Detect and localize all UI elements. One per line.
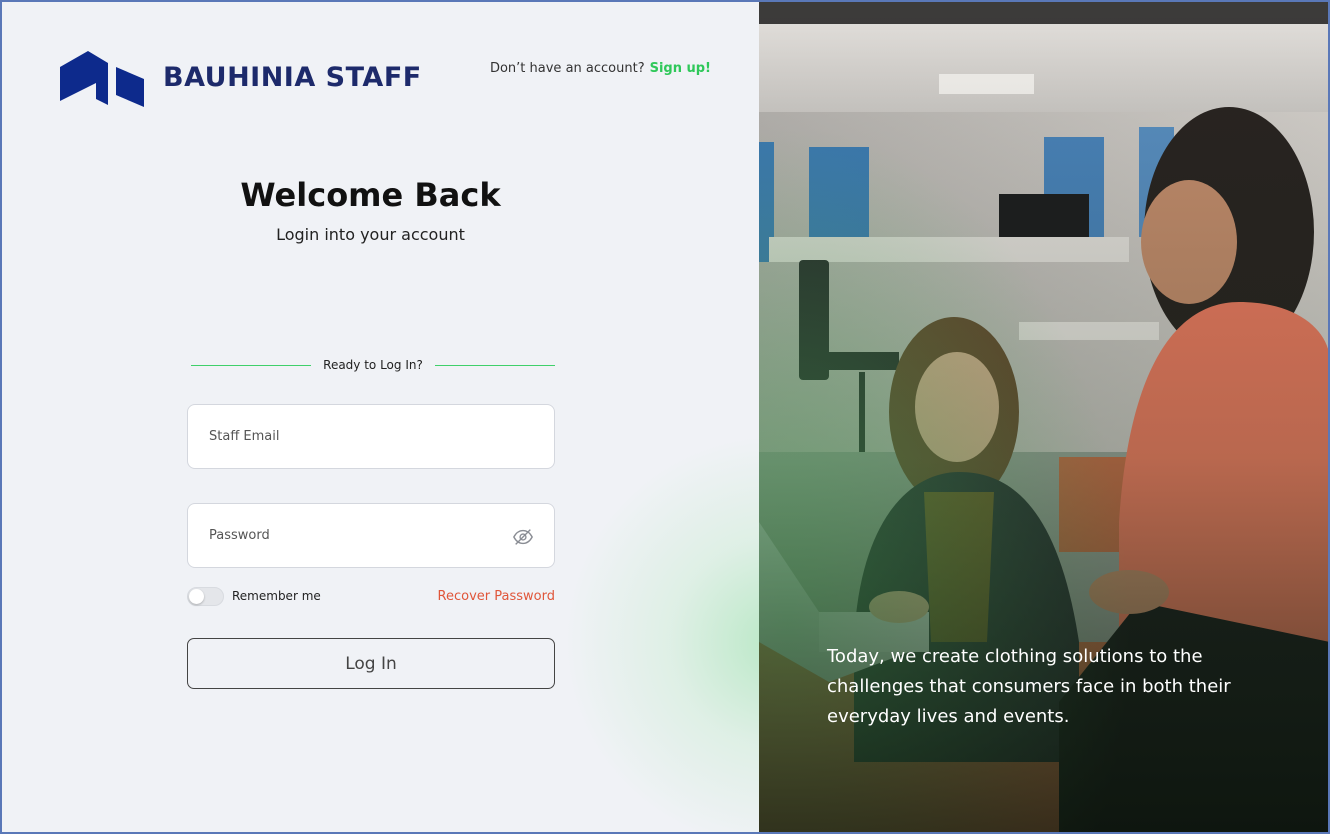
divider-label: Ready to Log In? bbox=[323, 358, 423, 372]
divider-line-right bbox=[434, 364, 555, 366]
password-field-container bbox=[187, 503, 555, 568]
recover-password-link[interactable]: Recover Password bbox=[438, 589, 555, 604]
hero-caption: Today, we create clothing solutions to t… bbox=[827, 646, 1231, 727]
brand-name: BAUHINIA STAFF bbox=[163, 62, 422, 93]
email-input[interactable] bbox=[209, 429, 489, 444]
login-divider: Ready to Log In? bbox=[191, 356, 555, 374]
password-input[interactable] bbox=[209, 528, 489, 543]
bauhinia-logo-icon bbox=[60, 51, 144, 107]
login-panel: BAUHINIA STAFF Don’t have an account? Si… bbox=[2, 2, 759, 832]
page-subtitle: Login into your account bbox=[276, 225, 465, 244]
remember-row: Remember me Recover Password bbox=[187, 586, 555, 606]
login-button[interactable]: Log In bbox=[187, 638, 555, 689]
remember-me-label: Remember me bbox=[232, 589, 321, 603]
signup-prompt-row: Don’t have an account? Sign up! bbox=[490, 61, 711, 76]
background-glow bbox=[562, 432, 759, 832]
signup-link[interactable]: Sign up! bbox=[650, 61, 711, 76]
remember-me-group: Remember me bbox=[187, 586, 321, 606]
signup-prompt-text: Don’t have an account? bbox=[489, 61, 645, 76]
remember-me-toggle[interactable] bbox=[187, 586, 224, 606]
divider-line-left bbox=[191, 364, 311, 366]
eye-slash-icon[interactable] bbox=[512, 526, 534, 548]
page-title: Welcome Back bbox=[240, 176, 501, 214]
page-frame: BAUHINIA STAFF Don’t have an account? Si… bbox=[0, 0, 1330, 834]
toggle-knob bbox=[189, 588, 204, 604]
email-field-container bbox=[187, 404, 555, 469]
hero-image-panel: Today, we create clothing solutions to t… bbox=[759, 2, 1328, 832]
